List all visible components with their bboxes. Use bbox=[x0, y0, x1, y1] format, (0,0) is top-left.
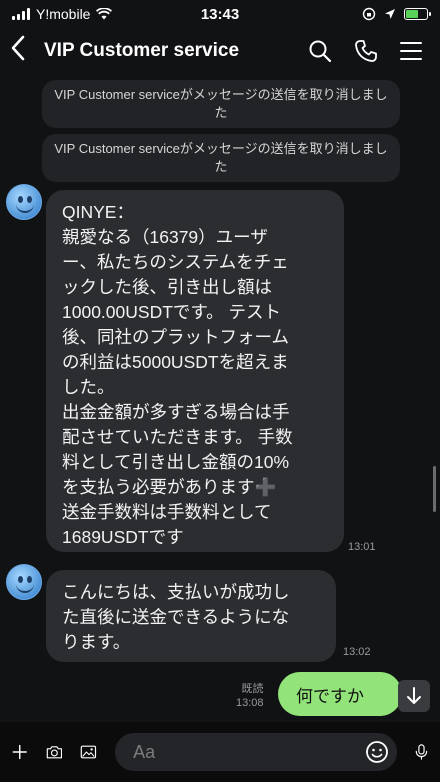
search-icon[interactable] bbox=[308, 39, 332, 63]
message-bubble[interactable]: QINYE： 親愛なる（16379）ユーザ ー、私たちのシステムをチェ ックした… bbox=[46, 190, 344, 552]
read-status: 既読 13:08 bbox=[236, 682, 264, 710]
status-time: 13:43 bbox=[200, 5, 240, 23]
plus-icon[interactable] bbox=[12, 740, 28, 764]
system-message: VIP Customer serviceがメッセージの送信を取り消しました bbox=[42, 80, 400, 128]
message-input[interactable] bbox=[133, 741, 366, 763]
chat-title: VIP Customer service bbox=[44, 40, 240, 61]
status-left: Y!mobile bbox=[12, 6, 162, 22]
message-input-container[interactable] bbox=[115, 733, 398, 771]
carrier-label: Y!mobile bbox=[36, 6, 91, 22]
scroll-down-button[interactable] bbox=[398, 680, 430, 712]
system-message: VIP Customer serviceがメッセージの送信を取り消しました bbox=[42, 134, 400, 182]
menu-icon[interactable] bbox=[400, 41, 422, 61]
message-time: 13:01 bbox=[348, 541, 376, 553]
status-right bbox=[278, 7, 431, 21]
arrow-down-icon bbox=[407, 687, 421, 704]
camera-icon[interactable] bbox=[46, 740, 63, 764]
signal-icon bbox=[12, 8, 30, 20]
message-bubble[interactable]: こんにちは、支払いが成功し た直後に送金できるようにな ります。 bbox=[46, 570, 336, 662]
wifi-icon bbox=[96, 8, 113, 20]
back-button[interactable] bbox=[10, 35, 44, 67]
chat-header: VIP Customer service bbox=[0, 28, 440, 74]
emoji-icon[interactable] bbox=[365, 740, 389, 764]
header-actions bbox=[308, 39, 430, 63]
input-bar bbox=[0, 722, 440, 782]
avatar[interactable] bbox=[6, 564, 42, 600]
status-bar: Y!mobile 13:43 bbox=[0, 0, 440, 28]
image-icon[interactable] bbox=[80, 740, 97, 764]
location-icon bbox=[385, 9, 395, 19]
chat-area[interactable]: VIP Customer serviceがメッセージの送信を取り消しました VI… bbox=[0, 74, 440, 722]
phone-icon[interactable] bbox=[354, 39, 378, 63]
chevron-left-icon bbox=[11, 35, 25, 61]
message-time: 13:02 bbox=[343, 646, 371, 658]
outgoing-message-bubble[interactable]: 何ですか bbox=[278, 672, 402, 716]
rotation-lock-icon bbox=[362, 7, 376, 21]
message-time: 13:08 bbox=[236, 697, 264, 709]
read-label: 既読 bbox=[241, 683, 264, 695]
microphone-icon[interactable] bbox=[415, 739, 428, 765]
scrollbar[interactable] bbox=[433, 466, 436, 512]
battery-icon bbox=[404, 8, 431, 20]
avatar[interactable] bbox=[6, 184, 42, 220]
